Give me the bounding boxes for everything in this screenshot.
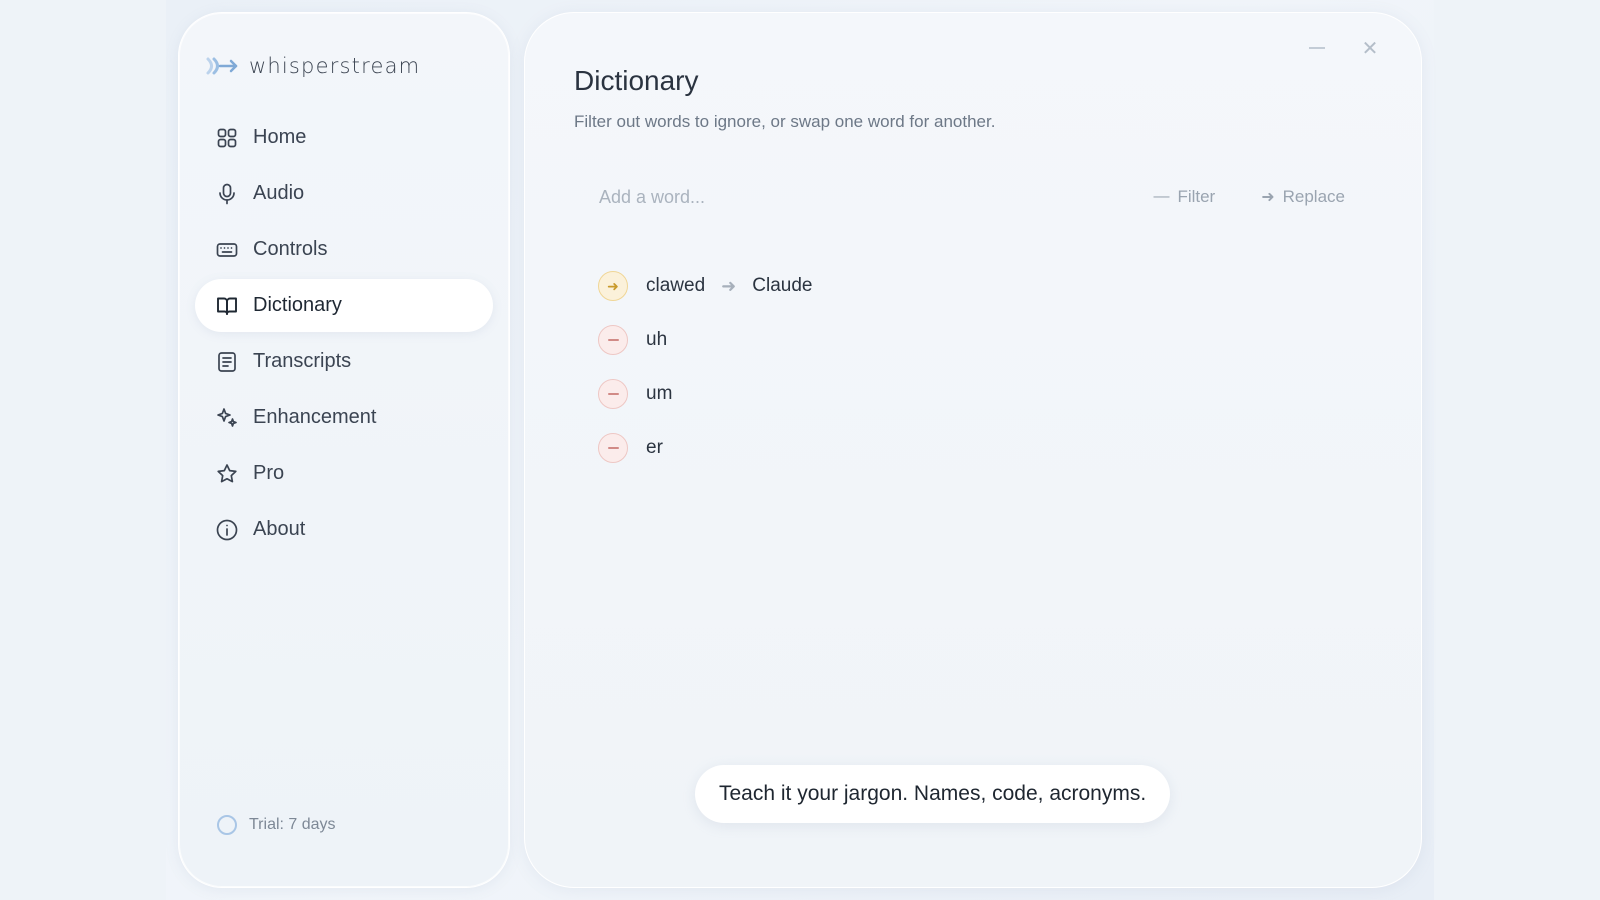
page-title: Dictionary xyxy=(574,65,699,96)
entry-word: er xyxy=(646,437,663,458)
entry-word: um xyxy=(646,383,673,404)
filter-label: Filter xyxy=(1177,187,1216,206)
sidebar-item-transcripts[interactable]: Transcripts xyxy=(195,335,493,388)
info-icon xyxy=(215,518,239,542)
page-subtitle: Filter out words to ignore, or swap one … xyxy=(574,112,996,131)
list-item: uh xyxy=(598,313,1358,367)
add-word-input[interactable] xyxy=(573,171,1140,223)
microphone-icon xyxy=(215,182,239,206)
minus-icon xyxy=(607,393,619,395)
entry-word: clawed xyxy=(646,275,706,296)
star-icon xyxy=(215,462,239,486)
filter-button[interactable]: — Filter xyxy=(1139,177,1229,217)
dictionary-list: ➜ clawed ➜ Claude uh um er xyxy=(598,259,1358,475)
arrow-right-icon: ➜ xyxy=(607,277,619,294)
minimize-button[interactable] xyxy=(1309,47,1325,49)
entry-replacement: Claude xyxy=(752,275,813,296)
sidebar-item-label: Controls xyxy=(253,238,328,260)
trial-status: Trial: 7 days xyxy=(217,815,336,835)
waveform-arrow-icon xyxy=(206,57,238,75)
sidebar-item-enhancement[interactable]: Enhancement xyxy=(195,391,493,444)
filter-badge[interactable] xyxy=(598,379,628,409)
sidebar-item-pro[interactable]: Pro xyxy=(195,447,493,500)
sidebar-item-controls[interactable]: Controls xyxy=(195,223,493,276)
app-name: whisperstream xyxy=(249,54,421,78)
add-word-bar: — Filter ➜ Replace xyxy=(573,171,1363,223)
close-button[interactable]: ✕ xyxy=(1359,37,1381,59)
list-item: er xyxy=(598,421,1358,475)
keyboard-icon xyxy=(215,238,239,262)
arrow-right-icon: ➜ xyxy=(1261,189,1275,206)
sidebar-nav: Home Audio Controls Dictionary Transcrip… xyxy=(195,111,493,559)
replace-button[interactable]: ➜ Replace xyxy=(1247,177,1359,217)
dictionary-panel: ✕ Dictionary Filter out words to ignore,… xyxy=(524,12,1422,888)
sidebar-item-label: Transcripts xyxy=(253,350,352,372)
sidebar-item-home[interactable]: Home xyxy=(195,111,493,164)
entry-word: uh xyxy=(646,329,668,350)
sidebar-item-label: About xyxy=(253,518,306,540)
sidebar-item-label: Pro xyxy=(253,462,285,484)
sidebar-item-audio[interactable]: Audio xyxy=(195,167,493,220)
list-item: ➜ clawed ➜ Claude xyxy=(598,259,1358,313)
book-icon xyxy=(215,294,239,318)
replace-badge[interactable]: ➜ xyxy=(598,271,628,301)
sidebar-item-label: Home xyxy=(253,126,307,148)
list-item: um xyxy=(598,367,1358,421)
grid-icon xyxy=(215,126,239,150)
filter-badge[interactable] xyxy=(598,433,628,463)
document-icon xyxy=(215,350,239,374)
arrow-right-icon: ➜ xyxy=(721,275,737,296)
trial-label: Trial: 7 days xyxy=(249,816,336,833)
minus-icon xyxy=(607,339,619,341)
replace-label: Replace xyxy=(1282,187,1345,206)
filter-badge[interactable] xyxy=(598,325,628,355)
minus-icon: — xyxy=(1153,188,1170,205)
tip-toast: Teach it your jargon. Names, code, acron… xyxy=(695,765,1171,823)
sidebar: whisperstream Home Audio Controls Dictio… xyxy=(178,12,510,888)
brand: whisperstream xyxy=(205,51,420,81)
sparkle-icon xyxy=(215,406,239,430)
sidebar-item-about[interactable]: About xyxy=(195,503,493,556)
sidebar-item-label: Audio xyxy=(253,182,305,204)
minus-icon xyxy=(607,447,619,449)
close-icon: ✕ xyxy=(1361,36,1379,60)
trial-ring-icon xyxy=(217,815,237,835)
sidebar-item-dictionary[interactable]: Dictionary xyxy=(195,279,493,332)
sidebar-item-label: Enhancement xyxy=(253,406,377,428)
sidebar-item-label: Dictionary xyxy=(253,294,342,316)
